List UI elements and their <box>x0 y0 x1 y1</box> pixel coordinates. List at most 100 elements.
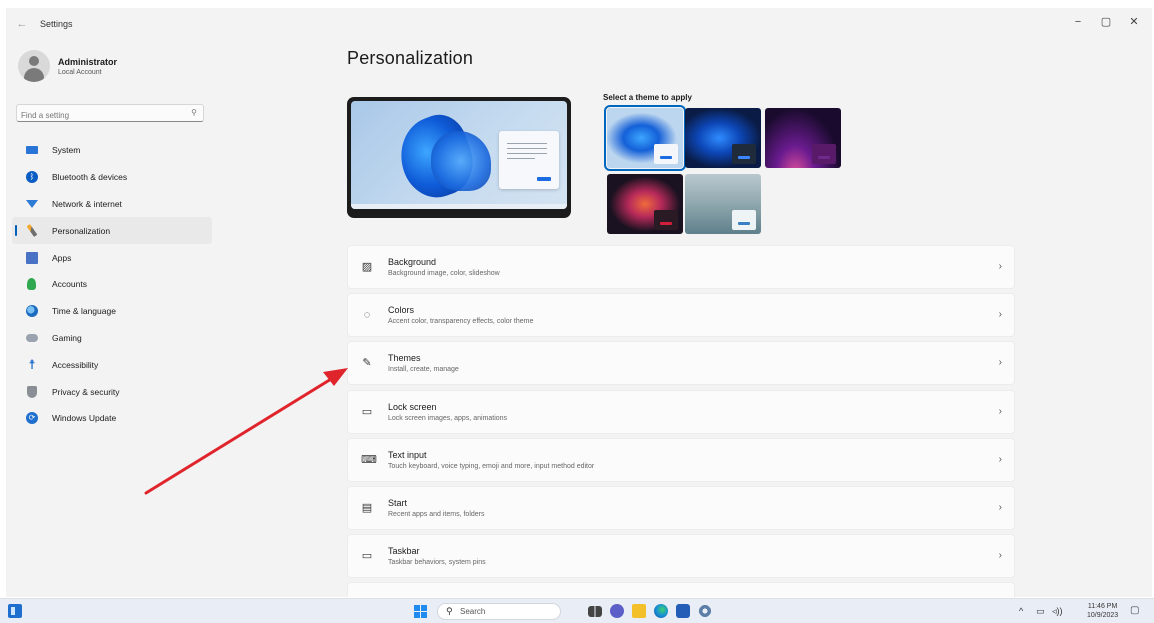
setting-description: Background image, color, slideshow <box>388 270 500 277</box>
setting-title: Background <box>388 257 437 267</box>
setting-background[interactable]: ▨ Background Background image, color, sl… <box>347 245 1015 289</box>
taskbar-search[interactable]: ⚲ Search <box>437 603 561 620</box>
sidebar-item-bluetooth[interactable]: ᛒ Bluetooth & devices <box>12 164 212 191</box>
settings-gear-icon[interactable] <box>698 604 712 618</box>
clock-time: 11:46 PM <box>1087 603 1118 610</box>
app-title: Settings <box>40 19 73 29</box>
profile-name: Administrator <box>58 57 118 67</box>
sidebar-item-label: Bluetooth & devices <box>52 172 128 183</box>
windows-update-icon: ⟳ <box>26 412 38 425</box>
sidebar-item-label: Accounts <box>52 279 87 290</box>
setting-description: Recent apps and items, folders <box>388 510 485 518</box>
setting-colors[interactable]: ◌ Colors Accent color, transparency effe… <box>347 293 1015 338</box>
volume-icon[interactable]: ◃)) <box>1052 606 1063 617</box>
sidebar-item-system[interactable]: System <box>12 137 212 164</box>
accounts-icon <box>27 278 36 291</box>
sidebar-item-network[interactable]: Network & internet <box>12 191 212 218</box>
file-explorer-icon[interactable] <box>632 604 646 618</box>
chevron-right-icon: › <box>998 261 1002 272</box>
clock-date: 10/9/2023 <box>1087 612 1119 619</box>
widgets-icon[interactable] <box>8 604 22 618</box>
setting-description: Taskbar behaviors, system pins <box>388 559 486 567</box>
lock-screen-icon: ▭ <box>361 405 373 418</box>
chevron-right-icon: › <box>998 453 1002 465</box>
start-button[interactable] <box>414 605 427 618</box>
title-bar: ← Settings − ▢ ✕ <box>6 8 1152 40</box>
setting-description: Lock screen images, apps, animations <box>388 414 508 422</box>
theme-captured-motion[interactable] <box>607 174 683 234</box>
sidebar-item-accessibility[interactable]: ☨ Accessibility <box>12 351 212 378</box>
page-title: Personalization <box>347 48 474 68</box>
sidebar-item-label: Privacy & security <box>52 386 120 397</box>
chevron-up-icon[interactable]: ^ <box>1019 606 1023 616</box>
keyboard-icon: ⌨ <box>361 453 377 466</box>
personalization-icon <box>26 224 38 238</box>
theme-preview <box>347 97 571 218</box>
network-tray-icon[interactable]: ▭ <box>1036 606 1045 617</box>
theme-windows-dark[interactable] <box>685 108 761 168</box>
setting-themes[interactable]: ✎ Themes Install, create, manage › <box>347 341 1015 386</box>
chevron-right-icon: › <box>998 405 1002 417</box>
close-button[interactable]: ✕ <box>1122 12 1146 32</box>
settings-window: ← Settings − ▢ ✕ Administrator Local Acc… <box>6 8 1152 597</box>
network-icon <box>26 199 38 208</box>
search-box[interactable]: ⚲ <box>16 104 204 124</box>
taskbar-icon: ▭ <box>361 550 373 563</box>
clock[interactable]: 11:46 PM 10/9/2023 <box>1087 602 1118 620</box>
sidebar-item-personalization[interactable]: Personalization <box>12 217 212 245</box>
sidebar-item-label: Windows Update <box>52 413 117 424</box>
system-icon <box>26 146 38 155</box>
start-icon: ▤ <box>361 501 373 514</box>
setting-title: Text input <box>388 449 427 460</box>
setting-lock-screen[interactable]: ▭ Lock screen Lock screen images, apps, … <box>347 389 1015 434</box>
chevron-right-icon: › <box>998 309 1002 321</box>
sidebar-item-label: Time & language <box>52 306 116 317</box>
store-icon[interactable] <box>676 604 690 618</box>
minimize-button[interactable]: − <box>1066 12 1090 32</box>
theme-glow[interactable] <box>765 108 841 168</box>
chat-icon[interactable] <box>610 604 624 618</box>
sidebar-item-time-language[interactable]: Time & language <box>12 298 212 325</box>
setting-title: Start <box>388 497 408 508</box>
search-icon[interactable]: ⚲ <box>191 108 197 117</box>
search-input[interactable] <box>17 107 177 124</box>
taskbar-search-label: Search <box>460 607 486 616</box>
avatar <box>18 50 50 82</box>
privacy-icon <box>27 385 37 398</box>
sidebar-nav: System ᛒ Bluetooth & devices Network & i… <box>12 137 212 432</box>
search-icon: ⚲ <box>446 606 453 616</box>
theme-flow[interactable] <box>685 174 761 234</box>
setting-start[interactable]: ▤ Start Recent apps and items, folders › <box>347 485 1015 530</box>
bluetooth-icon: ᛒ <box>26 171 38 184</box>
user-profile[interactable]: Administrator Local Account <box>18 50 218 86</box>
notification-icon[interactable]: ▢ <box>1130 605 1139 616</box>
back-arrow-icon[interactable]: ← <box>14 16 30 32</box>
time-language-icon <box>26 305 38 318</box>
sidebar-item-apps[interactable]: Apps <box>12 244 212 271</box>
setting-description: Accent color, transparency effects, colo… <box>388 318 534 326</box>
gaming-icon <box>26 333 38 342</box>
edge-icon[interactable] <box>654 604 668 618</box>
apps-icon <box>26 251 38 264</box>
setting-taskbar[interactable]: ▭ Taskbar Taskbar behaviors, system pins… <box>347 534 1015 579</box>
setting-text-input[interactable]: ⌨ Text input Touch keyboard, voice typin… <box>347 437 1015 482</box>
setting-partial-row[interactable] <box>347 582 1015 597</box>
image-icon: ▨ <box>361 261 373 273</box>
sidebar-item-windows-update[interactable]: ⟳ Windows Update <box>12 405 212 432</box>
sidebar-item-accounts[interactable]: Accounts <box>12 271 212 298</box>
task-view-icon[interactable] <box>588 606 602 617</box>
setting-title: Taskbar <box>388 546 420 557</box>
palette-icon: ◌ <box>363 309 371 322</box>
maximize-button[interactable]: ▢ <box>1094 12 1118 32</box>
sidebar-item-label: Accessibility <box>52 359 99 370</box>
sidebar-item-privacy[interactable]: Privacy & security <box>12 378 212 405</box>
sidebar-item-gaming[interactable]: Gaming <box>12 325 212 352</box>
sidebar-item-label: Apps <box>52 252 72 263</box>
setting-title: Themes <box>388 353 421 364</box>
setting-description: Touch keyboard, voice typing, emoji and … <box>388 462 595 470</box>
theme-windows-light[interactable] <box>604 105 686 171</box>
chevron-right-icon: › <box>998 550 1002 562</box>
windows-taskbar: ⚲ Search ^ ▭ ◃)) 11:46 PM 10/9/2023 ▢ <box>0 598 1154 623</box>
theme-select-label: Select a theme to apply <box>603 93 692 102</box>
setting-title: Colors <box>388 305 415 316</box>
